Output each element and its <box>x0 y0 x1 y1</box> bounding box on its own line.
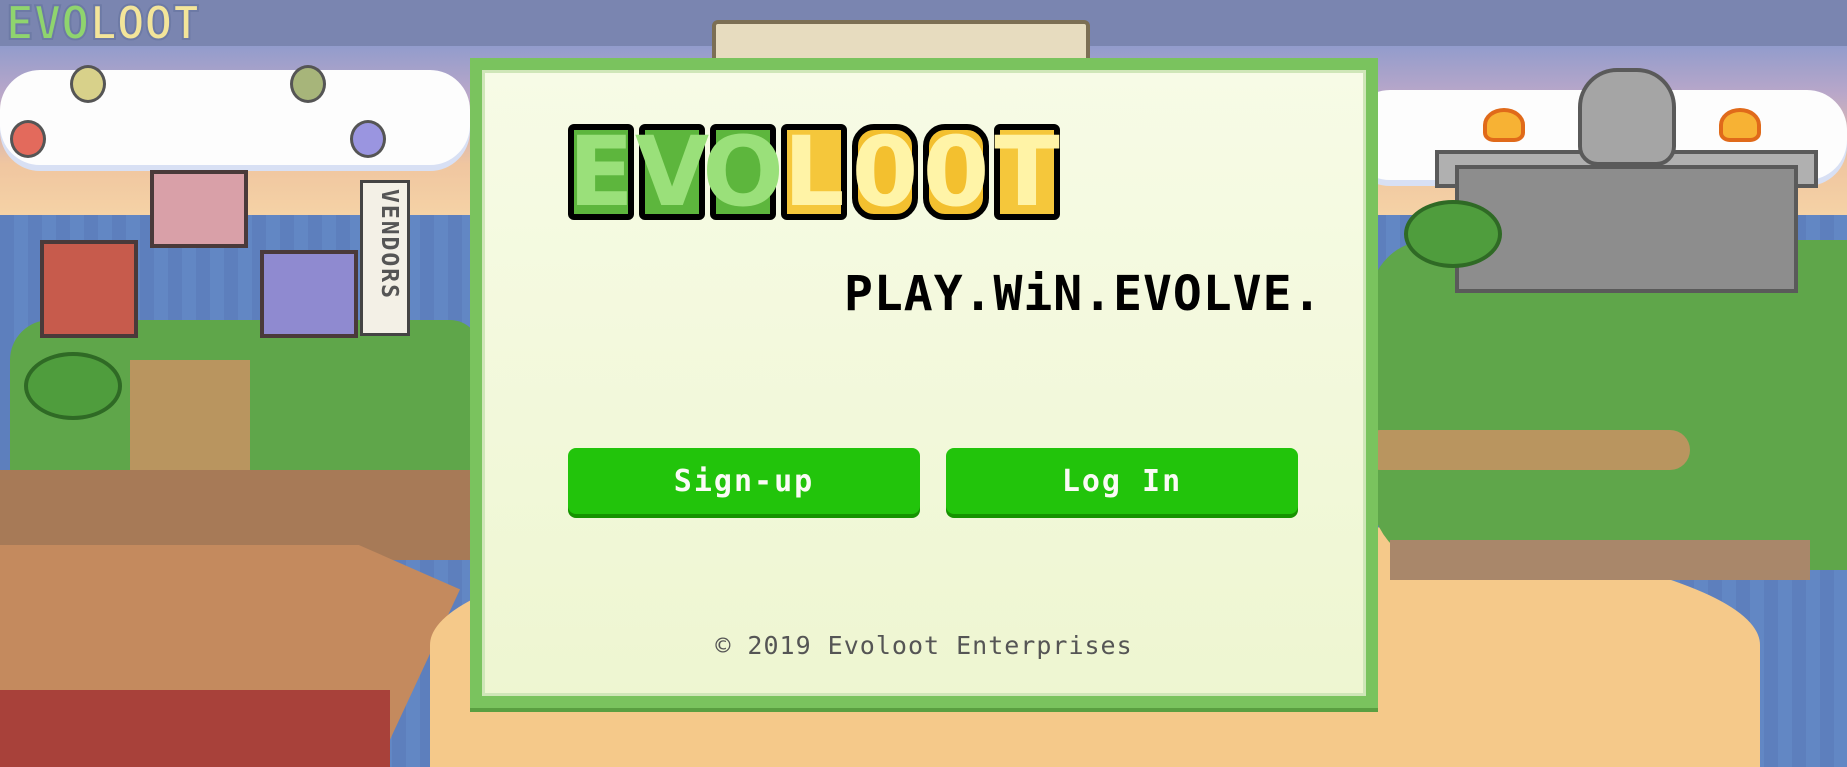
vendors-sign-text: VENDORS <box>376 189 402 300</box>
logo-letter: V <box>634 116 710 228</box>
coin-icon: 0 <box>922 116 990 228</box>
logo-letter: O <box>702 116 784 228</box>
welcome-modal: E V O L 0 0 T PLAY.WiN.EVOLVE. Sign-up L… <box>470 58 1378 708</box>
bg-logo-letter: L <box>88 0 118 50</box>
copyright-text: © 2019 Evoloot Enterprises <box>715 631 1133 660</box>
background-logo: E V O L O O T <box>5 0 201 50</box>
stone-head-statue <box>1578 68 1676 166</box>
bg-logo-letter: O <box>116 0 146 50</box>
temple <box>1455 165 1798 293</box>
tree <box>1404 200 1502 268</box>
right-cliff <box>1390 540 1810 580</box>
tagline: PLAY.WiN.EVOLVE. <box>844 266 1323 322</box>
log-in-button[interactable]: Log In <box>946 448 1298 514</box>
balloon <box>350 120 386 158</box>
tree <box>24 352 122 420</box>
logo-letter: T <box>994 116 1060 228</box>
market-stall <box>40 240 138 338</box>
bg-logo-letter: E <box>5 0 35 50</box>
bg-logo-letter: V <box>33 0 63 50</box>
balloon <box>290 65 326 103</box>
evoloot-logo: E V O L 0 0 T <box>568 124 1065 220</box>
boat-hull <box>0 690 390 767</box>
bg-logo-letter: T <box>171 0 201 50</box>
sign-up-button[interactable]: Sign-up <box>568 448 920 514</box>
balloon <box>70 65 106 103</box>
logo-letter: L <box>781 124 847 220</box>
vendors-sign: VENDORS <box>360 180 410 336</box>
coin-icon: 0 <box>851 116 919 228</box>
market-stall <box>150 170 248 248</box>
torch-flame-icon <box>1723 112 1757 138</box>
logo-letter: E <box>568 116 634 228</box>
dirt-path <box>1360 430 1690 470</box>
bg-logo-letter: O <box>144 0 174 50</box>
balloon <box>10 120 46 158</box>
market-stall <box>260 250 358 338</box>
torch-flame-icon <box>1487 112 1521 138</box>
bg-logo-letter: O <box>60 0 90 50</box>
